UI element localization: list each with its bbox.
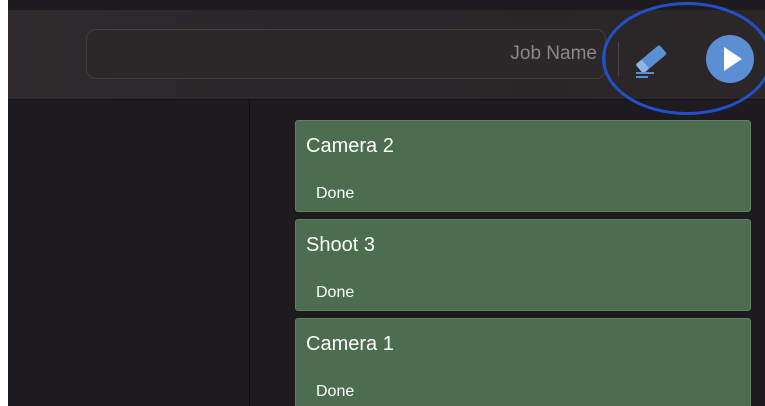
job-name-input[interactable] [86, 29, 606, 79]
job-card[interactable]: Camera 1 Done [295, 318, 751, 406]
toolbar-separator [618, 42, 619, 76]
job-status: Done [316, 383, 355, 400]
job-title: Camera 2 [306, 135, 394, 157]
job-status: Done [316, 185, 355, 202]
job-title: Shoot 3 [306, 234, 375, 256]
toolbar [8, 10, 765, 100]
start-button[interactable] [705, 34, 755, 84]
sidebar [8, 100, 250, 406]
job-status: Done [316, 284, 355, 301]
app-window: Camera 2 Done Shoot 3 Done Camera 1 Done [8, 0, 765, 406]
job-card[interactable]: Camera 2 Done [295, 120, 751, 212]
job-title: Camera 1 [306, 333, 394, 355]
job-card[interactable]: Shoot 3 Done [295, 219, 751, 311]
job-list: Camera 2 Done Shoot 3 Done Camera 1 Done [250, 100, 765, 406]
play-icon [706, 35, 754, 83]
clear-button[interactable] [632, 38, 674, 80]
eraser-icon [636, 45, 667, 78]
title-bar-strip [8, 0, 765, 10]
